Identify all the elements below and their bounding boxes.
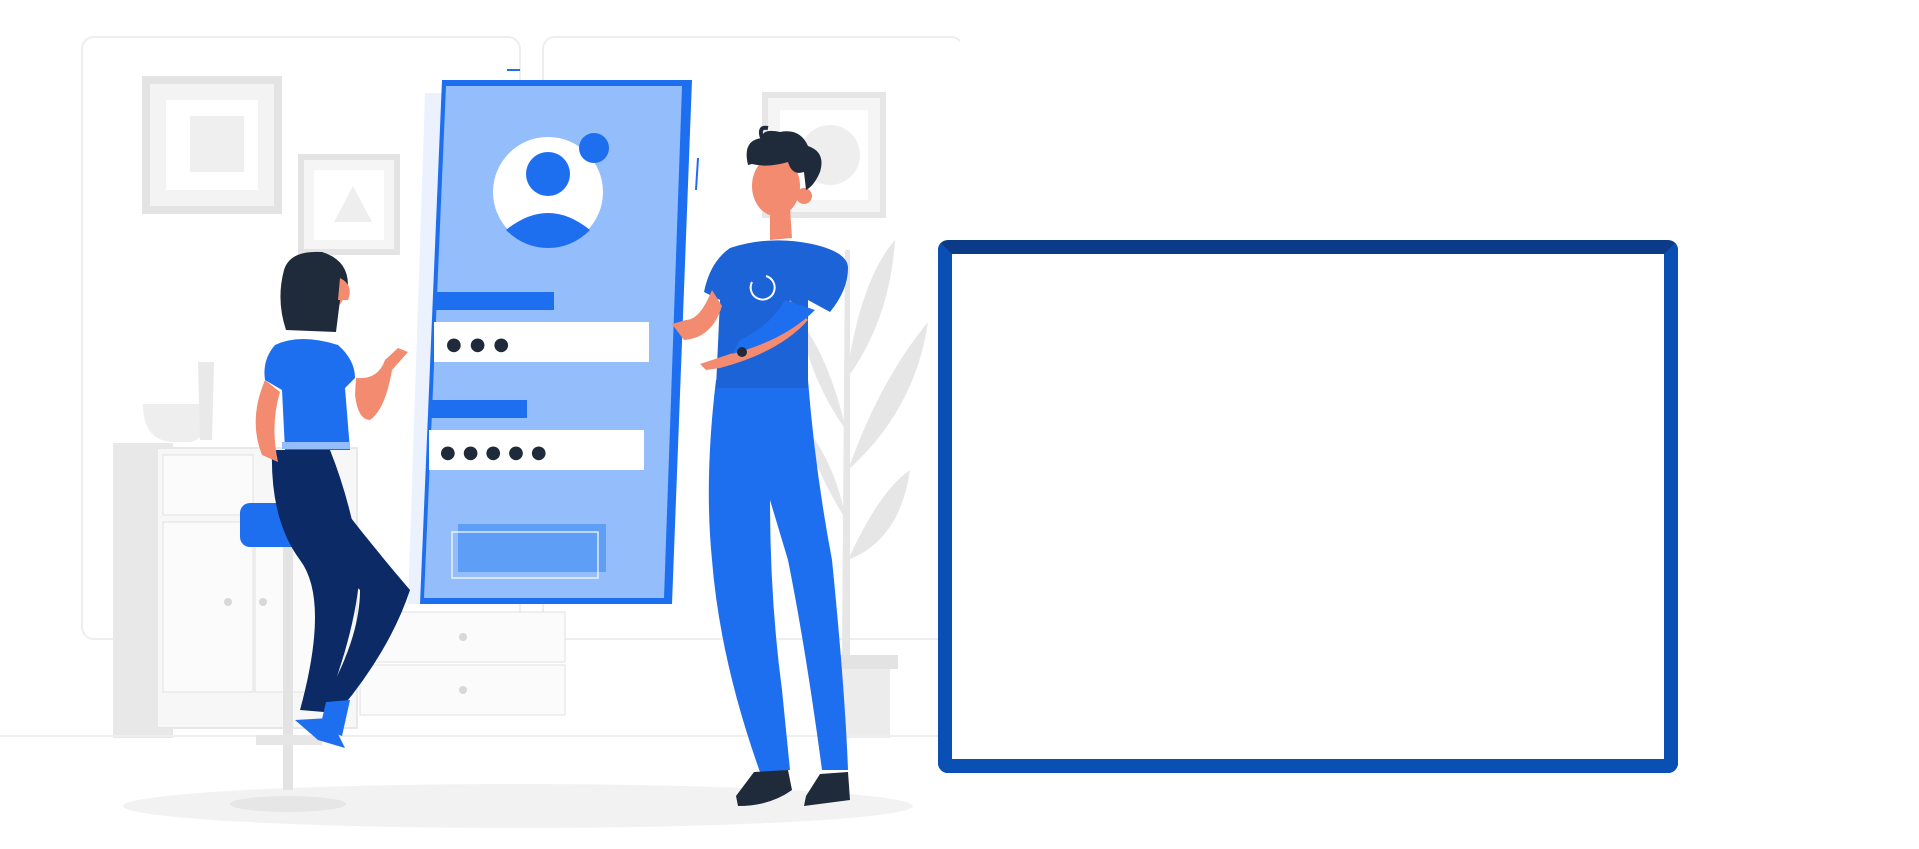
- login-button-illustration: [458, 524, 606, 572]
- login-panel-content: [952, 254, 1664, 759]
- login-illustration: ●●● ●●●●●: [0, 36, 960, 828]
- phone-screen: ●●● ●●●●●: [408, 69, 699, 604]
- page: ●●● ●●●●●: [0, 0, 1919, 849]
- masked-value-2: ●●●●●: [440, 442, 554, 463]
- login-panel-frame: [938, 240, 1678, 773]
- field-label-bar: [436, 292, 554, 310]
- picture-frame-triangle: [298, 154, 400, 255]
- field-label-bar: [431, 400, 527, 418]
- masked-value-1: ●●●: [446, 334, 517, 355]
- picture-frame-large: [142, 76, 282, 214]
